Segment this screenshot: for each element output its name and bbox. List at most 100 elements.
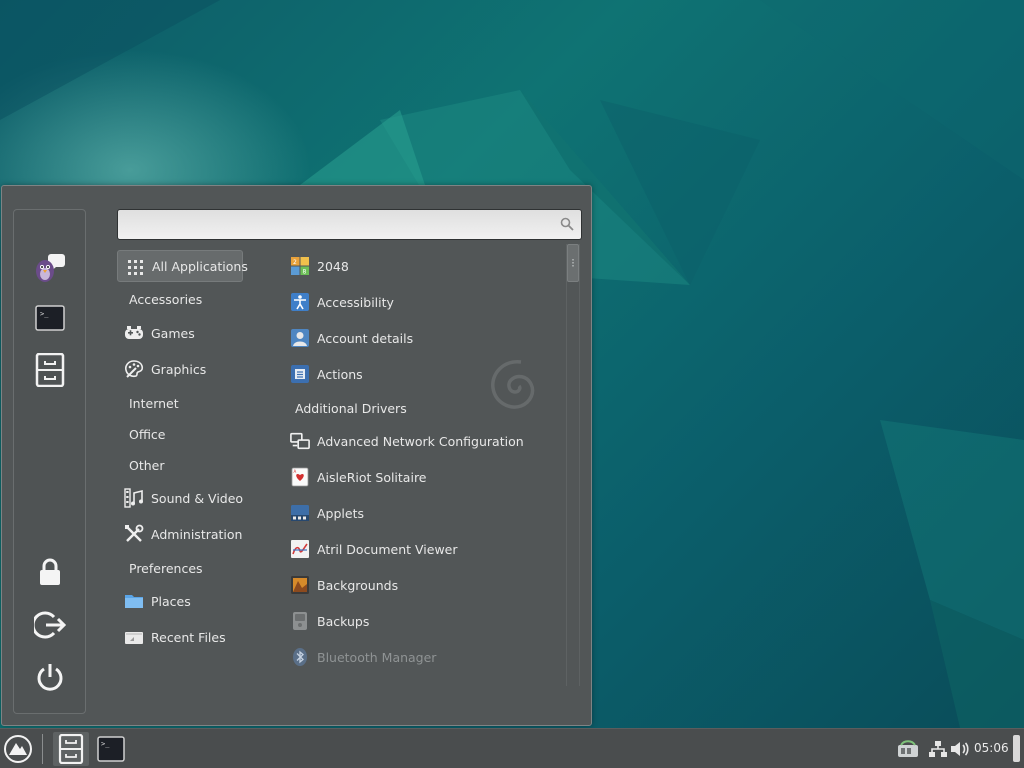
category-label: Internet bbox=[129, 395, 179, 411]
volume-tray[interactable] bbox=[950, 732, 970, 766]
launcher-terminal[interactable]: >_ bbox=[95, 732, 127, 766]
category-preferences[interactable]: Preferences bbox=[117, 552, 243, 584]
category-all-applications[interactable]: All Applications bbox=[117, 250, 248, 282]
file-cabinet-icon bbox=[35, 353, 65, 387]
app-label: Account details bbox=[317, 330, 414, 346]
svg-text:A: A bbox=[294, 469, 297, 474]
film-music-icon bbox=[124, 488, 143, 508]
category-label: Other bbox=[129, 457, 165, 473]
update-manager-icon bbox=[898, 740, 918, 757]
app-label: Backups bbox=[317, 613, 370, 629]
shutdown-button[interactable] bbox=[30, 657, 70, 697]
favorite-terminal[interactable]: >_ bbox=[30, 298, 70, 338]
network-icon bbox=[929, 741, 947, 757]
scrollbar-thumb[interactable] bbox=[567, 244, 579, 282]
application-menu: >_ All Applications Accessories Games Gr… bbox=[1, 185, 592, 726]
update-manager-tray[interactable] bbox=[895, 732, 921, 766]
app-label: Additional Drivers bbox=[295, 400, 407, 416]
favorite-pidgin[interactable] bbox=[30, 248, 70, 288]
app-actions[interactable]: Actions bbox=[287, 358, 557, 390]
lock-icon bbox=[40, 558, 60, 585]
category-label: Preferences bbox=[129, 560, 203, 576]
category-games[interactable]: Games bbox=[117, 317, 243, 349]
category-label: Recent Files bbox=[151, 629, 226, 645]
category-label: All Applications bbox=[152, 258, 248, 274]
search-icon bbox=[560, 217, 574, 231]
app-atril-document-viewer[interactable]: Atril Document Viewer bbox=[287, 533, 557, 565]
bluetooth-icon bbox=[293, 648, 307, 666]
category-accessories[interactable]: Accessories bbox=[117, 283, 243, 315]
2048-icon: 2 8 bbox=[291, 257, 309, 276]
app-label: Accessibility bbox=[317, 294, 394, 310]
favorite-files[interactable] bbox=[30, 350, 70, 390]
user-icon bbox=[291, 329, 309, 347]
network-tray[interactable] bbox=[927, 732, 949, 766]
app-2048[interactable]: 2 8 2048 bbox=[287, 250, 557, 282]
recent-files-icon bbox=[125, 632, 143, 644]
lock-screen-button[interactable] bbox=[30, 552, 70, 592]
app-accessibility[interactable]: Accessibility bbox=[287, 286, 557, 318]
launcher-files[interactable] bbox=[53, 732, 89, 766]
svg-text:>_: >_ bbox=[40, 310, 49, 318]
backups-icon bbox=[293, 612, 307, 630]
category-places[interactable]: Places bbox=[117, 585, 243, 617]
svg-text:2: 2 bbox=[293, 259, 297, 266]
app-label: Applets bbox=[317, 505, 364, 521]
svg-text:8: 8 bbox=[303, 269, 307, 276]
category-recent-files[interactable]: Recent Files bbox=[117, 621, 243, 653]
app-label: 2048 bbox=[317, 258, 349, 274]
gamepad-icon bbox=[125, 326, 143, 339]
grip-icon bbox=[572, 259, 574, 267]
app-label: Advanced Network Configuration bbox=[317, 433, 524, 449]
app-additional-drivers[interactable]: Additional Drivers bbox=[287, 392, 557, 424]
menu-button[interactable] bbox=[2, 732, 34, 766]
panel-clock[interactable]: 05:06 bbox=[974, 741, 1009, 755]
category-other[interactable]: Other bbox=[117, 449, 243, 481]
category-label: Sound & Video bbox=[151, 490, 244, 506]
volume-icon bbox=[951, 742, 969, 756]
terminal-icon: >_ bbox=[35, 305, 65, 331]
app-advanced-network-configuration[interactable]: Advanced Network Configuration bbox=[287, 425, 557, 457]
app-bluetooth-manager[interactable]: Bluetooth Manager bbox=[287, 641, 557, 673]
category-office[interactable]: Office bbox=[117, 418, 243, 450]
svg-text:>_: >_ bbox=[101, 740, 110, 748]
logout-button[interactable] bbox=[30, 605, 70, 645]
file-cabinet-icon bbox=[58, 734, 84, 764]
application-list-scrollbar[interactable] bbox=[566, 244, 580, 686]
backgrounds-icon bbox=[291, 576, 309, 594]
app-account-details[interactable]: Account details bbox=[287, 322, 557, 354]
category-sound-video[interactable]: Sound & Video bbox=[117, 482, 243, 514]
app-applets[interactable]: Applets bbox=[287, 497, 557, 529]
app-label: AisleRiot Solitaire bbox=[317, 469, 427, 485]
category-graphics[interactable]: Graphics bbox=[117, 353, 243, 385]
panel-separator bbox=[42, 734, 43, 764]
app-label: Actions bbox=[317, 366, 363, 382]
search-field[interactable] bbox=[117, 209, 582, 240]
cards-icon: A bbox=[291, 467, 309, 487]
power-icon bbox=[37, 664, 63, 691]
search-input[interactable] bbox=[124, 210, 558, 239]
bottom-panel: >_ 05:06 bbox=[0, 728, 1024, 768]
show-desktop-button[interactable] bbox=[1013, 735, 1020, 762]
category-label: Office bbox=[129, 426, 166, 442]
category-administration[interactable]: Administration bbox=[117, 518, 243, 550]
palette-icon bbox=[125, 360, 144, 378]
logout-icon bbox=[34, 611, 66, 639]
app-backgrounds[interactable]: Backgrounds bbox=[287, 569, 557, 601]
app-aisleriot-solitaire[interactable]: A AisleRiot Solitaire bbox=[287, 461, 557, 493]
category-label: Graphics bbox=[151, 361, 207, 377]
category-internet[interactable]: Internet bbox=[117, 387, 243, 419]
app-label: Backgrounds bbox=[317, 577, 399, 593]
pidgin-icon bbox=[36, 254, 65, 282]
network-config-icon bbox=[290, 432, 310, 450]
cinnamon-menu-icon bbox=[4, 735, 32, 763]
favorites-sidebar: >_ bbox=[13, 209, 86, 714]
category-label: Administration bbox=[151, 526, 243, 542]
app-backups[interactable]: Backups bbox=[287, 605, 557, 637]
app-label: Bluetooth Manager bbox=[317, 649, 437, 665]
folder-icon bbox=[125, 595, 143, 608]
accessibility-icon bbox=[291, 293, 309, 311]
document-viewer-icon bbox=[291, 540, 309, 558]
applets-icon bbox=[291, 505, 309, 521]
tools-icon bbox=[125, 524, 144, 542]
